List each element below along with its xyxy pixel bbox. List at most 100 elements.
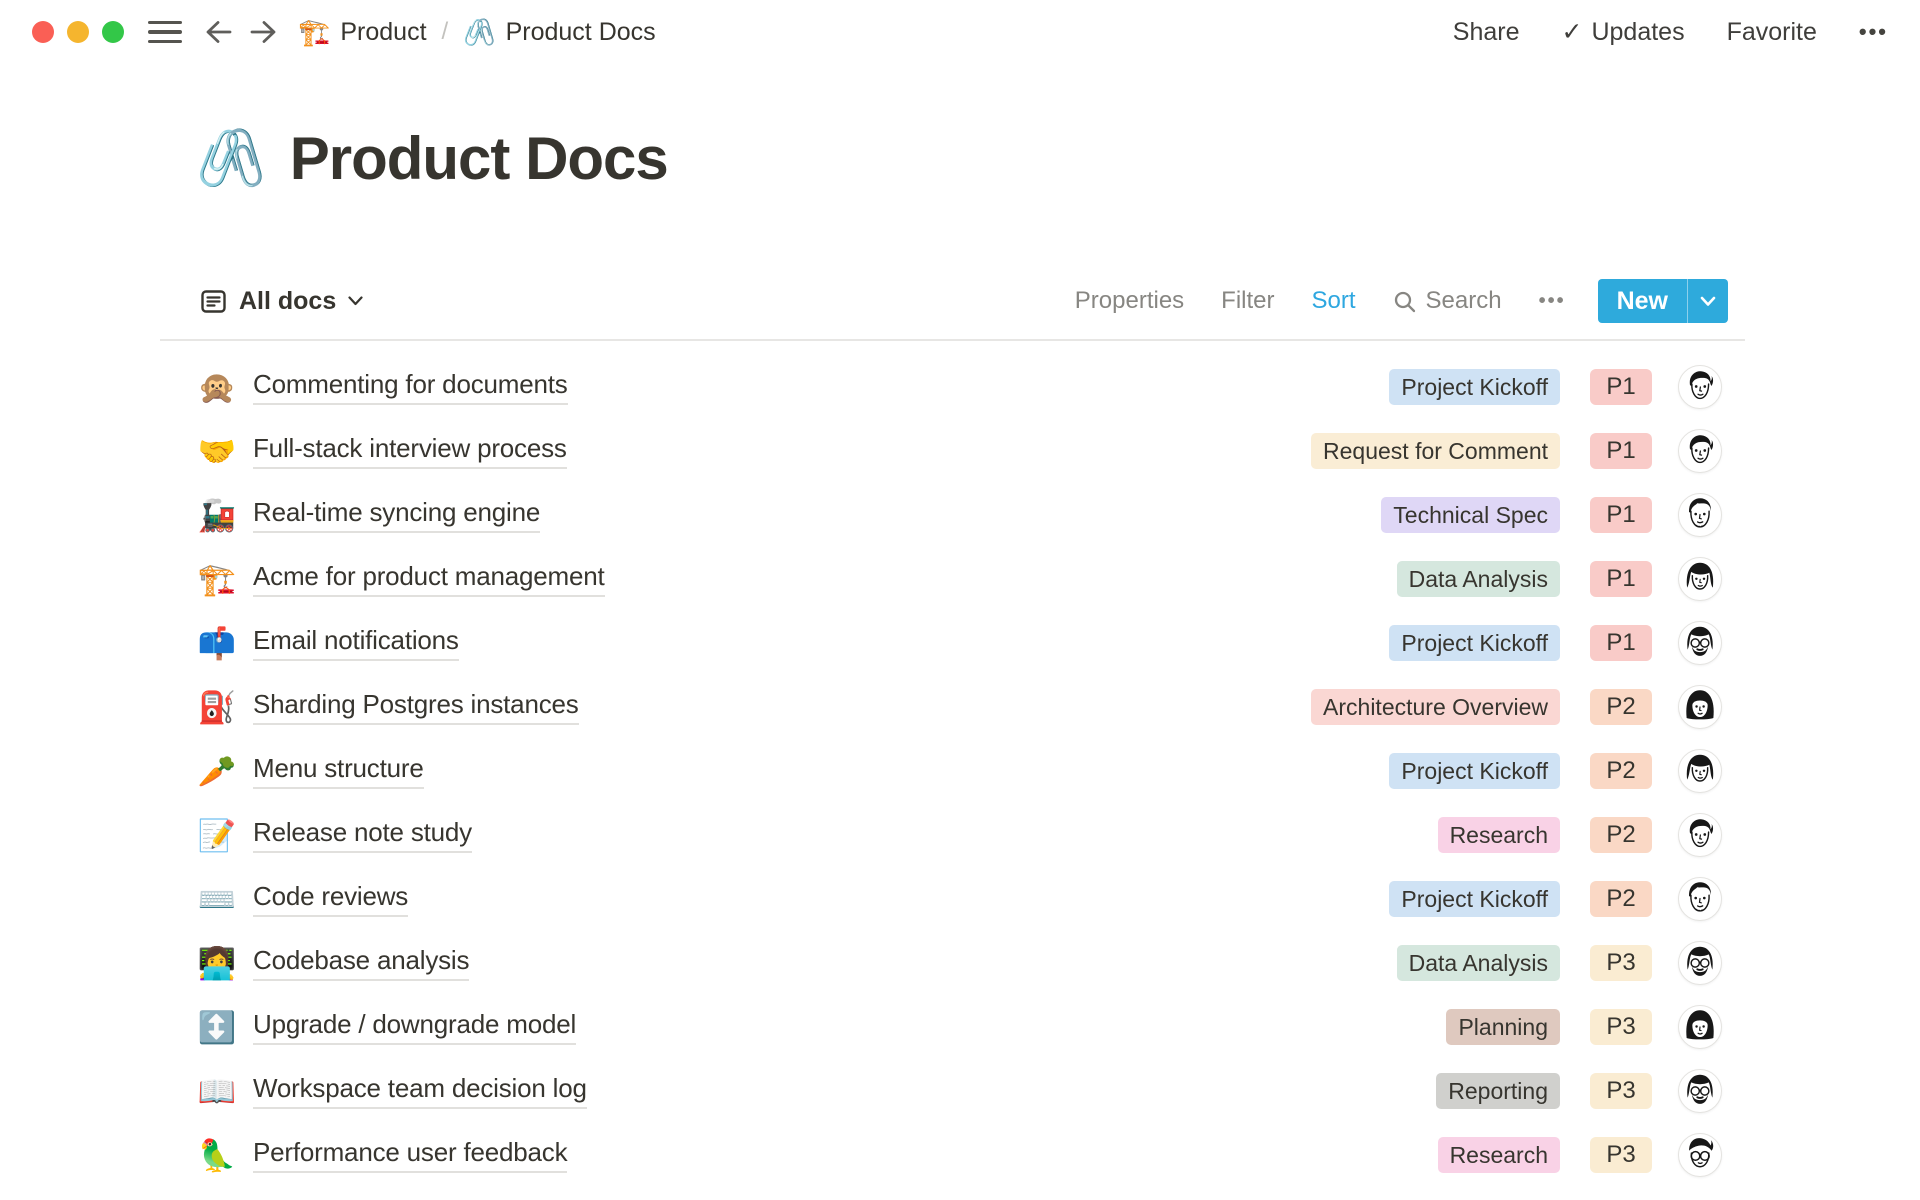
doc-title-link[interactable]: Email notifications: [253, 625, 459, 661]
priority-badge[interactable]: P2: [1590, 689, 1652, 725]
doc-type-tag[interactable]: Planning: [1446, 1009, 1560, 1045]
doc-title-link[interactable]: Menu structure: [253, 753, 424, 789]
doc-emoji-mailbox: 📫: [196, 628, 238, 659]
doc-type-tag[interactable]: Project Kickoff: [1389, 753, 1560, 789]
filter-button[interactable]: Filter: [1221, 287, 1274, 315]
priority-badge[interactable]: P1: [1590, 561, 1652, 597]
doc-type-tag[interactable]: Project Kickoff: [1389, 625, 1560, 661]
doc-row[interactable]: 📖 Workspace team decision log Reporting …: [160, 1059, 1745, 1123]
back-arrow-icon[interactable]: [204, 18, 234, 46]
breadcrumb: 🏗️ Product / 🖇️ Product Docs: [298, 18, 656, 47]
priority-badge[interactable]: P1: [1590, 369, 1652, 405]
favorite-button[interactable]: Favorite: [1727, 18, 1817, 47]
priority-badge[interactable]: P2: [1590, 881, 1652, 917]
new-dropdown-button[interactable]: [1688, 279, 1728, 323]
new-button[interactable]: New: [1598, 279, 1728, 323]
doc-row[interactable]: 👩‍💻 Codebase analysis Data Analysis P3: [160, 931, 1745, 995]
doc-title-link[interactable]: Full-stack interview process: [253, 433, 567, 469]
doc-row[interactable]: 📫 Email notifications Project Kickoff P1: [160, 611, 1745, 675]
doc-title-link[interactable]: Upgrade / downgrade model: [253, 1009, 576, 1045]
priority-badge[interactable]: P3: [1590, 1073, 1652, 1109]
doc-title-link[interactable]: Code reviews: [253, 881, 408, 917]
owner-avatar[interactable]: [1678, 749, 1722, 793]
doc-row[interactable]: ⛽ Sharding Postgres instances Architectu…: [160, 675, 1745, 739]
doc-type-tag[interactable]: Data Analysis: [1397, 561, 1560, 597]
zoom-window-button[interactable]: [102, 21, 124, 43]
doc-list-icon: [200, 288, 227, 315]
priority-badge[interactable]: P2: [1590, 753, 1652, 789]
owner-avatar[interactable]: [1678, 365, 1722, 409]
page-title[interactable]: Product Docs: [290, 124, 668, 193]
doc-emoji-parrot: 🦜: [196, 1140, 238, 1171]
doc-type-tag[interactable]: Project Kickoff: [1389, 881, 1560, 917]
doc-title-link[interactable]: Codebase analysis: [253, 945, 469, 981]
priority-badge[interactable]: P1: [1590, 625, 1652, 661]
owner-avatar[interactable]: [1678, 1069, 1722, 1113]
doc-row[interactable]: ⌨️ Code reviews Project Kickoff P2: [160, 867, 1745, 931]
priority-badge[interactable]: P3: [1590, 1009, 1652, 1045]
sidebar-menu-icon[interactable]: [148, 19, 182, 45]
doc-title-link[interactable]: Release note study: [253, 817, 472, 853]
owner-avatar[interactable]: [1678, 685, 1722, 729]
owner-avatar[interactable]: [1678, 813, 1722, 857]
priority-badge[interactable]: P2: [1590, 817, 1652, 853]
search-button[interactable]: Search: [1393, 287, 1502, 315]
doc-type-tag[interactable]: Research: [1438, 1137, 1560, 1173]
doc-emoji-monkey: 🙊: [196, 372, 238, 403]
doc-row[interactable]: 🦜 Performance user feedback Research P3: [160, 1123, 1745, 1187]
doc-row[interactable]: 🚂 Real-time syncing engine Technical Spe…: [160, 483, 1745, 547]
owner-avatar[interactable]: [1678, 557, 1722, 601]
priority-badge[interactable]: P3: [1590, 945, 1652, 981]
breadcrumb-item-product-docs[interactable]: 🖇️ Product Docs: [463, 18, 655, 47]
doc-title-link[interactable]: Sharding Postgres instances: [253, 689, 579, 725]
page-icon-paperclips[interactable]: 🖇️: [196, 130, 266, 186]
doc-type-tag[interactable]: Request for Comment: [1311, 433, 1560, 469]
paperclips-icon: 🖇️: [463, 19, 495, 45]
breadcrumb-item-product[interactable]: 🏗️ Product: [298, 18, 427, 47]
doc-title-link[interactable]: Performance user feedback: [253, 1137, 567, 1173]
updates-button[interactable]: ✓ Updates: [1562, 17, 1685, 47]
more-options-icon[interactable]: •••: [1859, 19, 1888, 45]
doc-row[interactable]: 🤝 Full-stack interview process Request f…: [160, 419, 1745, 483]
doc-title-link[interactable]: Commenting for documents: [253, 369, 568, 405]
doc-row[interactable]: 🏗️ Acme for product management Data Anal…: [160, 547, 1745, 611]
sort-button[interactable]: Sort: [1312, 287, 1356, 315]
owner-avatar[interactable]: [1678, 1005, 1722, 1049]
doc-emoji-crane: 🏗️: [196, 564, 238, 595]
doc-row[interactable]: 📝 Release note study Research P2: [160, 803, 1745, 867]
share-button[interactable]: Share: [1453, 18, 1520, 47]
properties-button[interactable]: Properties: [1075, 287, 1184, 315]
view-switcher[interactable]: All docs: [200, 287, 363, 316]
owner-avatar[interactable]: [1678, 429, 1722, 473]
forward-arrow-icon[interactable]: [248, 18, 278, 46]
doc-row[interactable]: ↕️ Upgrade / downgrade model Planning P3: [160, 995, 1745, 1059]
doc-type-tag[interactable]: Data Analysis: [1397, 945, 1560, 981]
doc-type-tag[interactable]: Technical Spec: [1381, 497, 1560, 533]
doc-type-tag[interactable]: Project Kickoff: [1389, 369, 1560, 405]
minimize-window-button[interactable]: [67, 21, 89, 43]
priority-badge[interactable]: P3: [1590, 1137, 1652, 1173]
owner-avatar[interactable]: [1678, 1133, 1722, 1177]
view-more-options-icon[interactable]: •••: [1539, 290, 1566, 313]
crane-icon: 🏗️: [298, 19, 330, 45]
doc-title-link[interactable]: Real-time syncing engine: [253, 497, 540, 533]
doc-row[interactable]: 🙊 Commenting for documents Project Kicko…: [160, 355, 1745, 419]
close-window-button[interactable]: [32, 21, 54, 43]
owner-avatar[interactable]: [1678, 877, 1722, 921]
doc-type-tag[interactable]: Research: [1438, 817, 1560, 853]
owner-avatar[interactable]: [1678, 493, 1722, 537]
doc-type-tag[interactable]: Reporting: [1436, 1073, 1560, 1109]
doc-emoji-carrot: 🥕: [196, 756, 238, 787]
doc-type-tag[interactable]: Architecture Overview: [1311, 689, 1560, 725]
doc-row[interactable]: 🥕 Menu structure Project Kickoff P2: [160, 739, 1745, 803]
owner-avatar[interactable]: [1678, 621, 1722, 665]
priority-badge[interactable]: P1: [1590, 497, 1652, 533]
doc-title-link[interactable]: Acme for product management: [253, 561, 605, 597]
doc-title-link[interactable]: Workspace team decision log: [253, 1073, 587, 1109]
priority-badge[interactable]: P1: [1590, 433, 1652, 469]
page-body: 🖇️ Product Docs All docs Properties Filt…: [160, 116, 1745, 1187]
doc-emoji-fuel-pump: ⛽: [196, 692, 238, 723]
owner-avatar[interactable]: [1678, 941, 1722, 985]
doc-emoji-memo: 📝: [196, 820, 238, 851]
doc-emoji-up-down-arrow: ↕️: [196, 1012, 238, 1043]
